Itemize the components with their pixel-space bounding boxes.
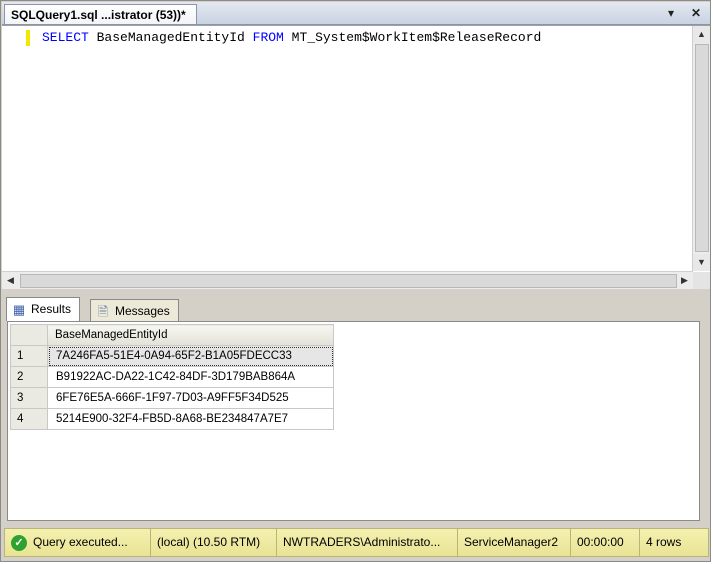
changed-line-marker — [26, 30, 30, 46]
grid-corner-cell[interactable] — [10, 324, 48, 346]
tab-results-label: Results — [31, 302, 72, 316]
status-row-count: 4 rows — [646, 535, 682, 549]
column-identifier: BaseManagedEntityId — [88, 30, 253, 45]
table-row[interactable]: 2 B91922AC-DA22-1C42-84DF-3D179BAB864A — [10, 366, 334, 388]
scroll-down-icon[interactable]: ▼ — [693, 254, 710, 271]
document-tab-strip: SQLQuery1.sql ...istrator (53))* ▾ ✕ — [2, 2, 710, 25]
editor-horizontal-scrollbar[interactable]: ◀ ▶ — [2, 271, 693, 289]
table-identifier: MT_System$WorkItem$ReleaseRecord — [283, 30, 542, 45]
messages-icon: 🗎 — [97, 303, 109, 319]
editor-vertical-scrollbar[interactable]: ▲ ▼ — [692, 26, 710, 271]
results-tab-strip: ▦ Results 🗎 Messages — [2, 295, 710, 321]
results-table: BaseManagedEntityId 1 7A246FA5-51E4-0A94… — [10, 324, 334, 430]
status-query-text: Query executed... — [33, 535, 128, 549]
tab-results[interactable]: ▦ Results — [6, 297, 81, 321]
status-bar: ✓ Query executed... (local) (10.50 RTM) N… — [4, 528, 709, 557]
status-user: NWTRADERS\Administrato... — [277, 529, 458, 556]
close-icon[interactable]: ✕ — [688, 5, 704, 21]
sql-code-line[interactable]: SELECT BaseManagedEntityId FROM MT_Syste… — [42, 29, 541, 47]
status-server: (local) (10.50 RTM) — [151, 529, 277, 556]
row-number[interactable]: 4 — [10, 408, 48, 430]
sql-editor[interactable]: SELECT BaseManagedEntityId FROM MT_Syste… — [2, 25, 710, 289]
tab-messages-label: Messages — [115, 304, 170, 318]
keyword-select: SELECT — [42, 30, 89, 45]
scroll-right-icon[interactable]: ▶ — [676, 272, 693, 289]
scroll-left-icon[interactable]: ◀ — [2, 272, 19, 289]
success-check-icon: ✓ — [11, 534, 27, 551]
scroll-up-icon[interactable]: ▲ — [693, 26, 710, 43]
results-grid-icon: ▦ — [12, 301, 26, 317]
tab-messages[interactable]: 🗎 Messages — [90, 299, 179, 321]
keyword-from: FROM — [252, 30, 284, 45]
tab-sqlquery1[interactable]: SQLQuery1.sql ...istrator (53))* — [4, 4, 197, 24]
tab-list-dropdown-icon[interactable]: ▾ — [663, 5, 679, 21]
row-number[interactable]: 1 — [10, 345, 48, 367]
vertical-scroll-thumb[interactable] — [695, 44, 709, 252]
grid-cell[interactable]: B91922AC-DA22-1C42-84DF-3D179BAB864A — [47, 366, 334, 388]
scrollbar-corner — [693, 272, 710, 289]
grid-cell[interactable]: 5214E900-32F4-FB5D-8A68-BE234847A7E7 — [47, 408, 334, 430]
column-header-basemanagedentityid[interactable]: BaseManagedEntityId — [47, 324, 334, 346]
row-number[interactable]: 2 — [10, 366, 48, 388]
query-window: SQLQuery1.sql ...istrator (53))* ▾ ✕ SEL… — [0, 0, 711, 562]
status-elapsed-time: 00:00:00 — [571, 529, 640, 556]
grid-cell[interactable]: 7A246FA5-51E4-0A94-65F2-B1A05FDECC33 — [47, 345, 334, 367]
horizontal-scroll-thumb[interactable] — [20, 274, 677, 288]
table-row[interactable]: 1 7A246FA5-51E4-0A94-65F2-B1A05FDECC33 — [10, 345, 334, 367]
grid-cell[interactable]: 6FE76E5A-666F-1F97-7D03-A9FF5F34D525 — [47, 387, 334, 409]
results-grid[interactable]: BaseManagedEntityId 1 7A246FA5-51E4-0A94… — [7, 321, 700, 521]
status-database: ServiceManager2 — [458, 529, 571, 556]
table-row[interactable]: 4 5214E900-32F4-FB5D-8A68-BE234847A7E7 — [10, 408, 334, 430]
table-row[interactable]: 3 6FE76E5A-666F-1F97-7D03-A9FF5F34D525 — [10, 387, 334, 409]
row-number[interactable]: 3 — [10, 387, 48, 409]
status-query: ✓ Query executed... — [5, 529, 151, 556]
